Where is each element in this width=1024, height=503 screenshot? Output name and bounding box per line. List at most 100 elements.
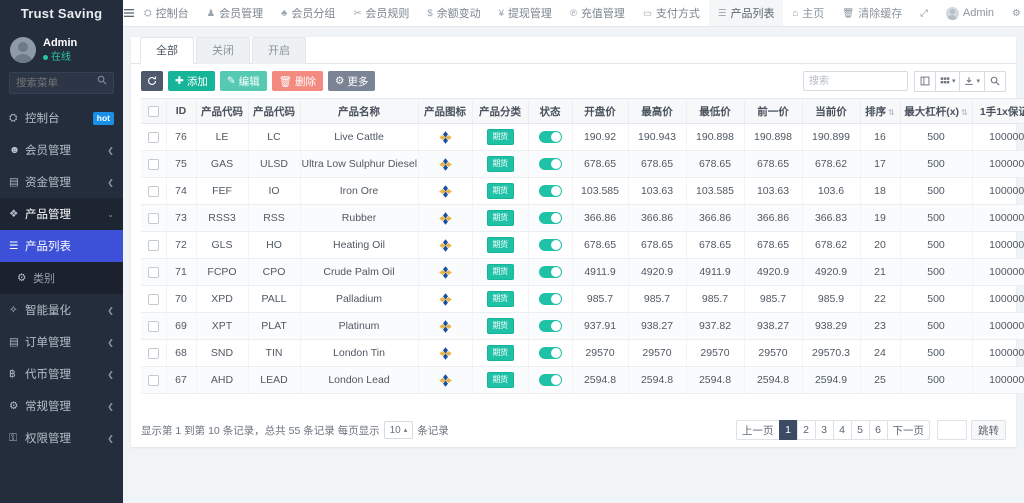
sidebar-item-1[interactable]: ☻ 会员管理 ❮	[0, 134, 123, 166]
row-select-cell[interactable]	[141, 285, 167, 313]
refresh-button[interactable]	[141, 71, 163, 91]
cell-status[interactable]	[528, 150, 573, 178]
table-row[interactable]: 74 FEF IO Iron Ore 期货 103.585 103.63 103.585 103…	[141, 177, 1024, 205]
sort-icon[interactable]: ⇅	[888, 108, 895, 117]
pagination-page-4[interactable]: 4	[832, 420, 852, 440]
row-checkbox[interactable]	[147, 320, 159, 332]
pagination-page-1[interactable]: 1	[778, 420, 798, 440]
col-sort[interactable]: 排序 ⇅	[860, 98, 901, 124]
table-row[interactable]: 69 XPT PLAT Platinum 期货 937.91 938.27 937.82 938…	[141, 312, 1024, 340]
cell-status[interactable]	[528, 177, 573, 205]
export-icon[interactable]: ▾	[959, 70, 985, 92]
topbar-tab-2[interactable]: ♣ 会员分组	[272, 0, 344, 26]
status-toggle[interactable]	[538, 320, 562, 333]
card-tab-1[interactable]: 关闭	[196, 37, 250, 64]
cell-status[interactable]	[528, 339, 573, 367]
sidebar-item-7[interactable]: ▤ 订单管理 ❮	[0, 326, 123, 358]
search-icon[interactable]	[984, 70, 1006, 92]
topbar-tab-8[interactable]: ☰ 产品列表	[708, 0, 784, 26]
status-toggle[interactable]	[538, 212, 562, 225]
status-toggle[interactable]	[538, 266, 562, 279]
row-checkbox[interactable]	[147, 293, 159, 305]
sort-icon[interactable]: ⇅	[961, 108, 968, 117]
status-toggle[interactable]	[538, 131, 562, 144]
pagination-page-2[interactable]: 2	[796, 420, 816, 440]
select-all-checkbox[interactable]	[147, 105, 159, 117]
row-select-cell[interactable]	[141, 366, 167, 394]
edit-button[interactable]: ✎ 编辑	[219, 71, 267, 91]
table-row[interactable]: 67 AHD LEAD London Lead 期货 2594.8 2594.8 2594.8…	[141, 366, 1024, 394]
cell-status[interactable]	[528, 123, 573, 151]
status-toggle[interactable]	[538, 158, 562, 171]
col-margin[interactable]: 1手1x保证金⇅	[972, 98, 1024, 124]
table-row[interactable]: 76 LE LC Live Cattle 期货 190.92 190.943 190.898 1…	[141, 123, 1024, 151]
sidebar-item-3[interactable]: ❖ 产品管理 ⌄	[0, 198, 123, 231]
row-select-cell[interactable]	[141, 231, 167, 259]
row-checkbox[interactable]	[147, 158, 159, 170]
topbar-action-4[interactable]: ⚙	[1003, 0, 1024, 26]
pagination-next[interactable]: 下一页	[886, 420, 930, 440]
table-row[interactable]: 75 GAS ULSD Ultra Low Sulphur Diesel 期货 678.6…	[141, 150, 1024, 178]
topbar-tab-5[interactable]: ¥ 提现管理	[490, 0, 561, 26]
cell-status[interactable]	[528, 231, 573, 259]
cell-status[interactable]	[528, 366, 573, 394]
row-checkbox[interactable]	[147, 266, 159, 278]
pagination-prev[interactable]: 上一页	[736, 420, 780, 440]
topbar-tab-0[interactable]: ⛭ 控制台	[135, 0, 198, 26]
table-search-input[interactable]	[802, 71, 908, 91]
row-select-cell[interactable]	[141, 312, 167, 340]
jump-page-input[interactable]	[937, 420, 967, 440]
row-checkbox[interactable]	[147, 374, 159, 386]
row-select-cell[interactable]	[141, 204, 167, 232]
row-checkbox[interactable]	[147, 185, 159, 197]
table-row[interactable]: 68 SND TIN London Tin 期货 29570 29570 29570 29570…	[141, 339, 1024, 367]
row-checkbox[interactable]	[147, 347, 159, 359]
sidebar-item-2[interactable]: ▤ 资金管理 ❮	[0, 166, 123, 198]
sidebar-item-9[interactable]: ⚙ 常规管理 ❮	[0, 390, 123, 422]
row-select-cell[interactable]	[141, 177, 167, 205]
cell-status[interactable]	[528, 312, 573, 340]
row-select-cell[interactable]	[141, 150, 167, 178]
pagination-page-6[interactable]: 6	[868, 420, 888, 440]
cell-status[interactable]	[528, 258, 573, 286]
table-row[interactable]: 72 GLS HO Heating Oil 期货 678.65 678.65 678.65 67…	[141, 231, 1024, 259]
topbar-tab-6[interactable]: ℗ 充值管理	[561, 0, 634, 26]
more-button[interactable]: ⚙ 更多	[327, 71, 376, 91]
columns-icon[interactable]	[913, 70, 936, 92]
add-button[interactable]: ✚ 添加	[168, 71, 215, 91]
status-toggle[interactable]	[538, 347, 562, 360]
row-select-cell[interactable]	[141, 123, 167, 151]
status-toggle[interactable]	[538, 239, 562, 252]
cell-status[interactable]	[528, 285, 573, 313]
topbar-tab-4[interactable]: $ 余额变动	[418, 0, 489, 26]
table-row[interactable]: 71 FCPO CPO Crude Palm Oil 期货 4911.9 4920.9 491…	[141, 258, 1024, 286]
row-checkbox[interactable]	[147, 212, 159, 224]
sidebar-item-4[interactable]: ☰ 产品列表	[0, 230, 123, 263]
row-checkbox[interactable]	[147, 131, 159, 143]
topbar-tab-3[interactable]: ✂ 会员规则	[344, 0, 418, 26]
jump-button[interactable]: 跳转	[971, 420, 1006, 440]
delete-button[interactable]: 🗑 删除	[271, 71, 323, 91]
row-select-cell[interactable]	[141, 339, 167, 367]
table-row[interactable]: 73 RSS3 RSS Rubber 期货 366.86 366.86 366.86 366.8…	[141, 204, 1024, 232]
grid-icon[interactable]: ▾	[934, 70, 961, 92]
pagination-page-5[interactable]: 5	[850, 420, 870, 440]
search-icon[interactable]	[97, 75, 107, 88]
row-checkbox[interactable]	[147, 239, 159, 251]
sidebar-item-8[interactable]: ฿ 代币管理 ❮	[0, 358, 123, 390]
pagination-page-3[interactable]: 3	[814, 420, 834, 440]
topbar-action-3[interactable]: Admin	[937, 0, 1003, 26]
topbar-action-0[interactable]: ⌂ 主页	[783, 0, 833, 26]
card-tab-2[interactable]: 开启	[252, 37, 306, 64]
sidebar-item-6[interactable]: ✧ 智能量化 ❮	[0, 294, 123, 326]
row-select-cell[interactable]	[141, 258, 167, 286]
topbar-tab-7[interactable]: ▭ 支付方式	[634, 0, 709, 26]
cell-status[interactable]	[528, 204, 573, 232]
status-toggle[interactable]	[538, 293, 562, 306]
sidebar-item-10[interactable]: ⚿ 权限管理 ❮	[0, 422, 123, 454]
sidebar-item-0[interactable]: ⛭ 控制台 hot	[0, 102, 123, 134]
status-toggle[interactable]	[538, 374, 562, 387]
topbar-action-1[interactable]: 🗑 清除缓存	[833, 0, 911, 26]
card-tab-0[interactable]: 全部	[140, 37, 194, 64]
col-max-leverage[interactable]: 最大杠杆(x) ⇅	[900, 98, 973, 124]
